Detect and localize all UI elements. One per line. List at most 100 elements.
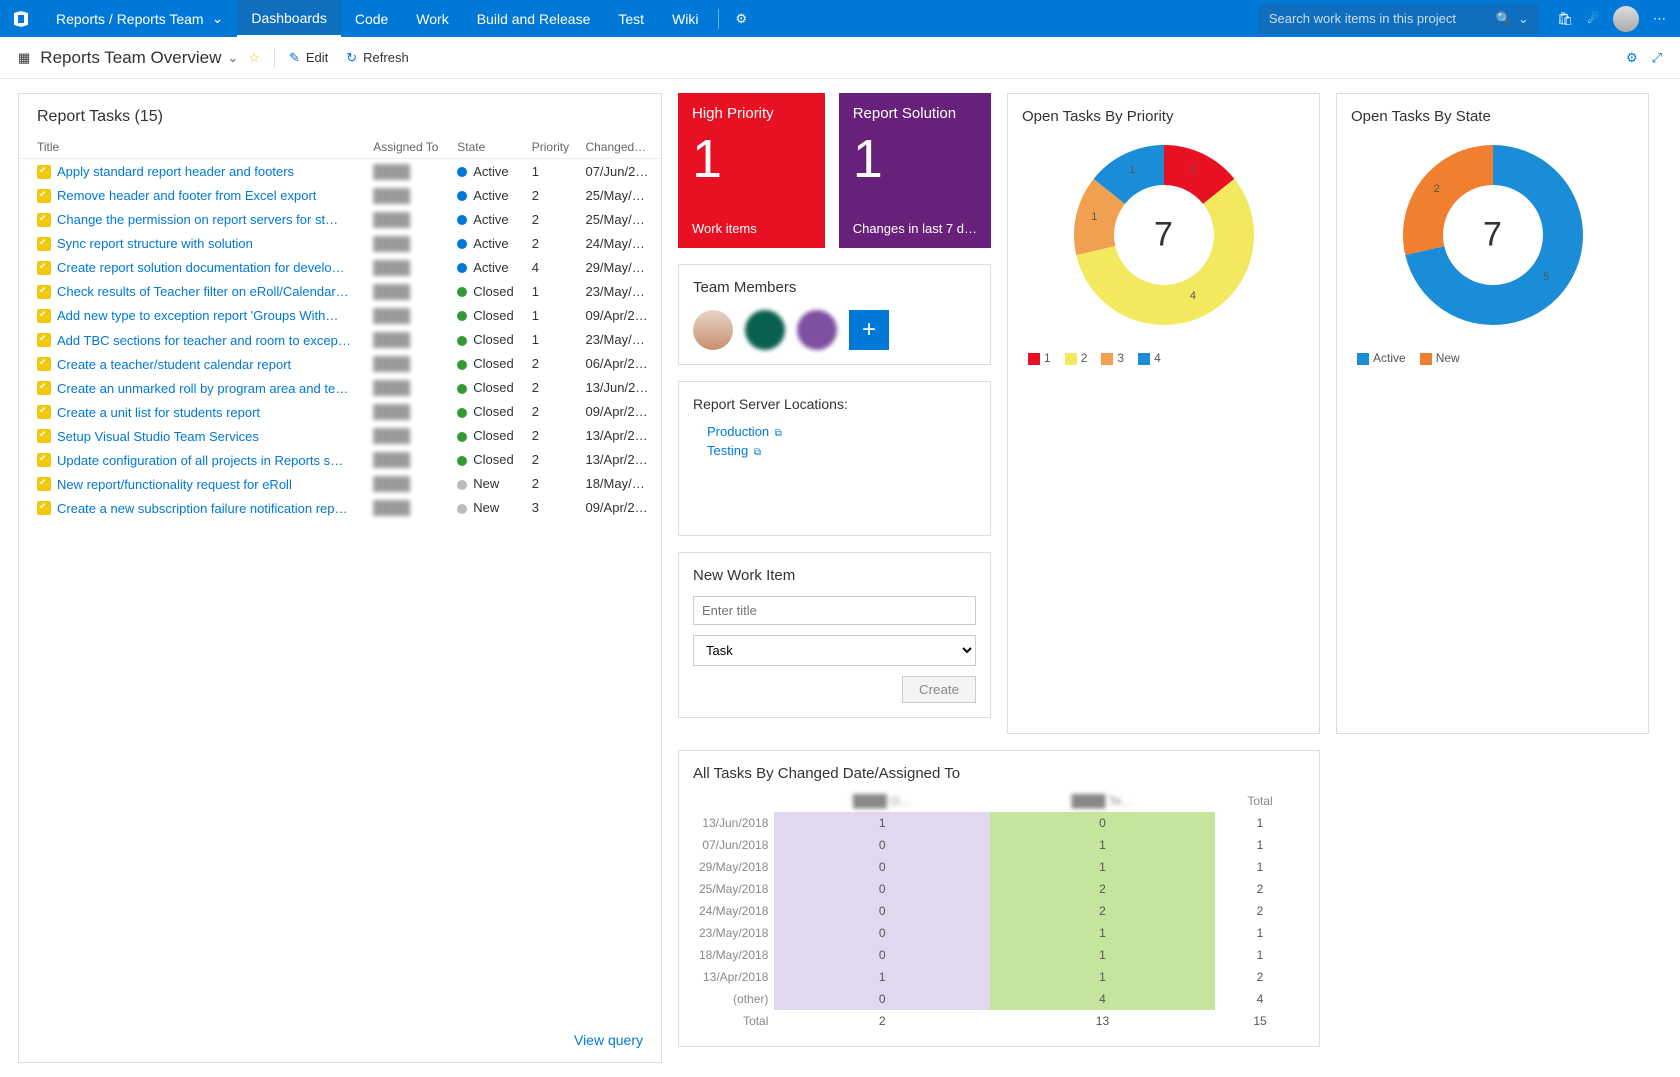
more-icon[interactable]: ⋯	[1653, 11, 1666, 27]
priority-value: 2	[526, 207, 580, 231]
table-row[interactable]: Create report solution documentation for…	[19, 255, 661, 279]
table-row[interactable]: Create a unit list for students report ██…	[19, 400, 661, 424]
table-row[interactable]: Create a teacher/student calendar report…	[19, 352, 661, 376]
legend-item[interactable]: 2	[1065, 351, 1088, 365]
task-title-link[interactable]: Create a unit list for students report	[57, 405, 260, 420]
nav-work[interactable]: Work	[402, 0, 462, 37]
assigned-to: ████	[373, 236, 410, 251]
external-link-icon: ⧉	[775, 428, 782, 439]
state-dot-icon	[457, 263, 467, 273]
column-header[interactable]: Assigned To	[367, 136, 451, 159]
count-tile-high-priority[interactable]: High Priority1Work items	[678, 93, 825, 248]
task-title-link[interactable]: Create a teacher/student calendar report	[57, 357, 291, 372]
project-selector[interactable]: Reports / Reports Team ⌄	[42, 0, 237, 37]
state-dot-icon	[457, 360, 467, 370]
task-title-link[interactable]: Create an unmarked roll by program area …	[57, 381, 348, 396]
marketplace-icon[interactable]: 🛍	[1557, 11, 1574, 27]
widget-title: Open Tasks By Priority	[1022, 108, 1305, 125]
table-row[interactable]: Add TBC sections for teacher and room to…	[19, 327, 661, 351]
task-title-link[interactable]: Update configuration of all projects in …	[57, 453, 343, 468]
assigned-to: ████	[373, 404, 410, 419]
team-member-avatar[interactable]	[797, 310, 837, 350]
task-title-link[interactable]: Sync report structure with solution	[57, 236, 253, 251]
create-button[interactable]: Create	[902, 676, 976, 703]
new-item-type-select[interactable]: Task	[693, 635, 976, 666]
search-icon[interactable]: 🔍	[1496, 11, 1512, 27]
settings-gear-icon[interactable]: ⚙	[725, 11, 757, 27]
assigned-to: ████	[373, 188, 410, 203]
matrix-row: Total21315	[693, 1010, 1305, 1032]
task-title-link[interactable]: New report/functionality request for eRo…	[57, 477, 292, 492]
team-member-avatar[interactable]	[693, 310, 733, 350]
column-header[interactable]: Priority	[526, 136, 580, 159]
assigned-to: ████	[373, 476, 410, 491]
task-title-link[interactable]: Setup Visual Studio Team Services	[57, 429, 259, 444]
table-row[interactable]: Add new type to exception report 'Groups…	[19, 303, 661, 327]
nav-build-and-release[interactable]: Build and Release	[463, 0, 605, 37]
task-title-link[interactable]: Add new type to exception report 'Groups…	[57, 308, 338, 323]
table-row[interactable]: Create an unmarked roll by program area …	[19, 376, 661, 400]
location-link-testing[interactable]: Testing ⧉	[693, 441, 976, 460]
table-row[interactable]: Create a new subscription failure notifi…	[19, 496, 661, 520]
open-tasks-by-priority-chart: Open Tasks By Priority141171234	[1007, 93, 1320, 734]
search-box[interactable]: 🔍 ⌄	[1259, 4, 1539, 34]
vsts-logo-icon[interactable]	[0, 0, 42, 37]
matrix-cell: 15	[1215, 1010, 1305, 1032]
column-header[interactable]: Title	[19, 136, 367, 159]
add-member-button[interactable]: +	[849, 310, 889, 350]
view-query-link[interactable]: View query	[574, 1032, 643, 1048]
legend-item[interactable]: 4	[1138, 351, 1161, 365]
changed-date: 09/Apr/2…	[579, 303, 661, 327]
fullscreen-icon[interactable]: ⤢	[1652, 50, 1662, 66]
table-row[interactable]: Apply standard report header and footers…	[19, 159, 661, 184]
task-title-link[interactable]: Check results of Teacher filter on eRoll…	[57, 284, 349, 299]
column-header[interactable]: State	[451, 136, 526, 159]
count-tile-report-solution[interactable]: Report Solution1Changes in last 7 d…	[839, 93, 991, 248]
table-row[interactable]: Setup Visual Studio Team Services████Clo…	[19, 424, 661, 448]
matrix-column-header	[693, 790, 774, 812]
task-title-link[interactable]: Apply standard report header and footers	[57, 164, 294, 179]
matrix-cell: 4	[990, 988, 1215, 1010]
table-row[interactable]: New report/functionality request for eRo…	[19, 472, 661, 496]
task-title-link[interactable]: Add TBC sections for teacher and room to…	[57, 333, 351, 348]
chevron-down-icon[interactable]: ⌄	[227, 50, 238, 66]
team-member-avatar[interactable]	[745, 310, 785, 350]
legend-item[interactable]: New	[1420, 351, 1460, 365]
table-row[interactable]: Change the permission on report servers …	[19, 207, 661, 231]
task-icon	[37, 501, 51, 515]
search-input[interactable]	[1269, 11, 1490, 26]
task-title-link[interactable]: Create report solution documentation for…	[57, 260, 345, 275]
changed-date: 25/May/…	[579, 183, 661, 207]
favorite-star-icon[interactable]: ☆	[248, 50, 260, 66]
help-icon[interactable]: ☄	[1587, 11, 1599, 27]
task-title-link[interactable]: Remove header and footer from Excel expo…	[57, 188, 316, 203]
widget-title: Team Members	[693, 279, 976, 296]
settings-gear-icon[interactable]: ⚙	[1626, 50, 1638, 66]
changed-date: 07/Jun/2…	[579, 159, 661, 184]
legend-item[interactable]: Active	[1357, 351, 1406, 365]
nav-test[interactable]: Test	[604, 0, 658, 37]
refresh-button[interactable]: ↻ Refresh	[346, 50, 408, 66]
nav-wiki[interactable]: Wiki	[658, 0, 712, 37]
table-row[interactable]: Remove header and footer from Excel expo…	[19, 183, 661, 207]
matrix-column-header: ████ O…	[774, 790, 990, 812]
edit-button[interactable]: ✎ Edit	[289, 50, 328, 66]
location-link-production[interactable]: Production ⧉	[693, 422, 976, 441]
table-row[interactable]: Update configuration of all projects in …	[19, 448, 661, 472]
assigned-to: ████	[373, 332, 410, 347]
column-header[interactable]: Changed…	[579, 136, 661, 159]
nav-dashboards[interactable]: Dashboards	[237, 0, 341, 37]
chevron-down-icon[interactable]: ⌄	[1518, 11, 1529, 27]
new-item-title-input[interactable]	[693, 596, 976, 625]
task-title-link[interactable]: Create a new subscription failure notifi…	[57, 501, 347, 516]
legend-item[interactable]: 1	[1028, 351, 1051, 365]
user-avatar[interactable]	[1613, 6, 1639, 32]
nav-code[interactable]: Code	[341, 0, 402, 37]
matrix-row: 13/Jun/2018101	[693, 812, 1305, 834]
table-row[interactable]: Check results of Teacher filter on eRoll…	[19, 279, 661, 303]
task-title-link[interactable]: Change the permission on report servers …	[57, 212, 338, 227]
legend-item[interactable]: 3	[1101, 351, 1124, 365]
changed-date: 13/Apr/2…	[579, 424, 661, 448]
donut-segment[interactable]	[1403, 145, 1493, 255]
table-row[interactable]: Sync report structure with solution████A…	[19, 231, 661, 255]
